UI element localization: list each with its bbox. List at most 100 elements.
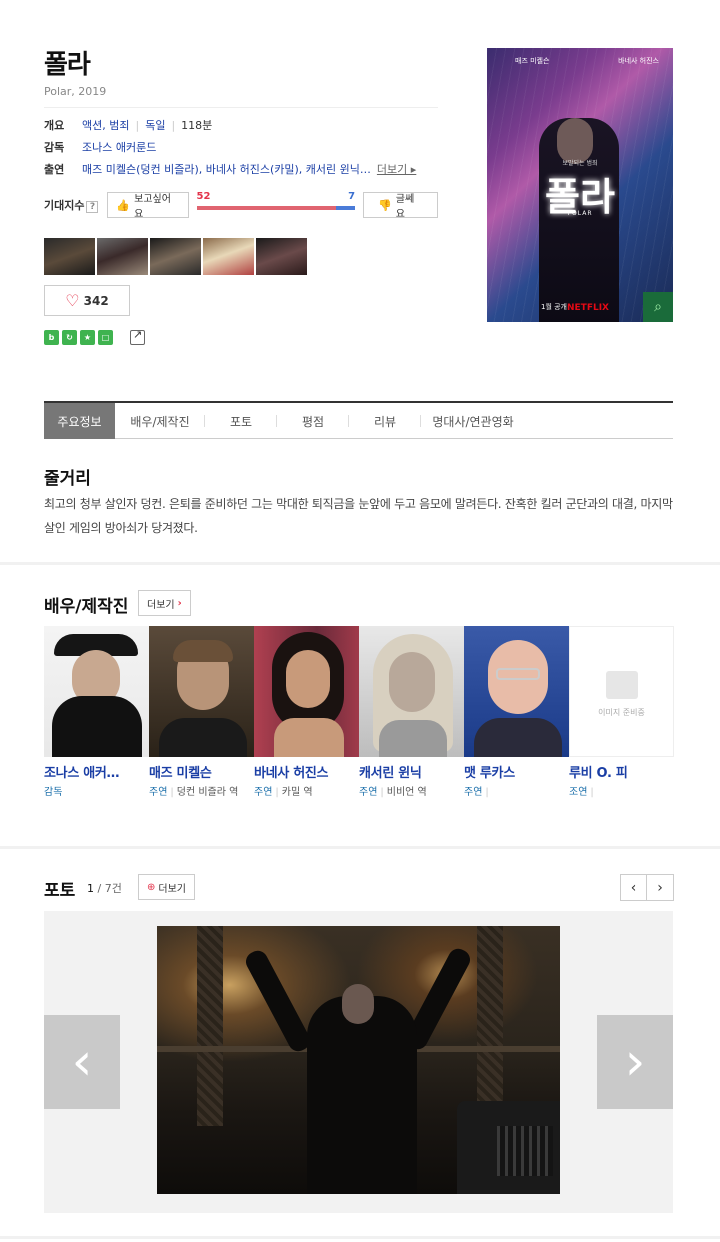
expect-bar-fill [196, 206, 337, 210]
runtime: 118분 [181, 119, 213, 132]
overview-label: 개요 [44, 119, 65, 132]
cast-photo[interactable] [464, 626, 569, 757]
photo-section-title: 포토 [44, 881, 76, 901]
star-icon[interactable]: ★ [80, 330, 95, 345]
placeholder-text: 이미지 준비중 [598, 708, 645, 717]
cast-row: 출연 매즈 미켈슨(덩컨 비즐라), 바네사 허진스(카밀), 캐서린 윈닉… … [44, 158, 438, 180]
cast-role: 주연 [254, 787, 273, 798]
cast-photo[interactable] [254, 626, 359, 757]
tab-main-info[interactable]: 주요정보 [44, 403, 115, 439]
like-count: 342 [83, 293, 109, 308]
genre-link[interactable]: 액션, 범죄 [82, 117, 129, 133]
still-thumbnail[interactable] [203, 238, 254, 275]
still-thumbnails [44, 238, 438, 275]
photo-more-button[interactable]: ⊕ 더보기 [138, 874, 195, 900]
poster-actor-right: 바네사 허진스 [618, 57, 659, 65]
cast-section-title: 배우/제작진 [44, 597, 129, 617]
heart-icon: ♡ [65, 291, 80, 310]
still-thumbnail[interactable] [44, 238, 95, 275]
director-label: 감독 [44, 141, 65, 154]
cast-item[interactable]: 맷 루카스 주연 | [464, 626, 569, 801]
still-thumbnail[interactable] [150, 238, 201, 275]
director-row: 감독 조나스 애커룬드 [44, 136, 438, 158]
gallery-next-arrow[interactable]: › [597, 1015, 673, 1109]
like-button[interactable]: ♡ 342 [44, 285, 130, 316]
cast-photo-placeholder[interactable]: 이미지 준비중 [569, 626, 674, 757]
movie-info: 폴라 Polar, 2019 개요 액션, 범죄 | 독일 | 118분 감독 … [44, 44, 438, 345]
cast-item[interactable]: 조나스 애커… 감독 [44, 626, 149, 801]
section-divider [0, 562, 720, 565]
zoom-icon[interactable]: ⌕ [643, 292, 673, 322]
photo-count: 1 / 7건 [87, 882, 122, 895]
notwant-label: 글쎄요 [395, 194, 415, 220]
chevron-right-icon: › [177, 597, 182, 609]
not-sure-button[interactable]: 👎 글쎄요 [363, 192, 438, 220]
want-count: 52 [196, 191, 211, 202]
expect-label: 기대지수 [44, 199, 85, 212]
overview-row: 개요 액션, 범죄 | 독일 | 118분 [44, 117, 213, 133]
still-thumbnail[interactable] [256, 238, 307, 275]
image-placeholder-icon [606, 671, 638, 699]
gallery-prev-arrow[interactable]: ‹ [44, 1015, 120, 1109]
cast-character: 비비언 역 [386, 787, 427, 798]
cast-item[interactable]: 캐서린 윈닉 주연 | 비비언 역 [359, 626, 464, 801]
help-icon[interactable]: ? [86, 201, 99, 213]
movie-subtitle: Polar, 2019 [44, 85, 438, 108]
gallery-photo[interactable] [157, 926, 560, 1194]
want-to-see-button[interactable]: 👍 보고싶어요 [107, 192, 189, 220]
cast-name[interactable]: 루비 O. 피 [569, 762, 674, 781]
cast-photo[interactable] [359, 626, 464, 757]
poster-release: 1월 공개 [541, 303, 567, 311]
photo-gallery: ‹ › [44, 911, 673, 1213]
cast-list: 조나스 애커… 감독 매즈 미켈슨 주연 | 덩컨 비즐라 역 바네사 허진스 주연… [44, 626, 674, 801]
cast-role: 조연 [569, 787, 588, 798]
cast-item[interactable]: 바네사 허진스 주연 | 카밀 역 [254, 626, 359, 801]
share-row: b ↻ ★ □ [44, 328, 438, 345]
synopsis-title: 줄거리 [44, 469, 91, 489]
prev-page-button[interactable]: ‹ [620, 874, 647, 901]
expect-index: 기대지수? 👍 보고싶어요 52 7 👎 글쎄요 [44, 191, 438, 220]
tab-cast-crew[interactable]: 배우/제작진 [115, 403, 205, 439]
main-tabs: 주요정보 배우/제작진 포토 평점 리뷰 명대사/연관영화 [44, 401, 673, 439]
cast-role: 감독 [44, 787, 63, 798]
movie-title: 폴라 [44, 50, 91, 80]
blog-icon[interactable]: b [44, 330, 59, 345]
section-divider [0, 846, 720, 849]
tab-quotes-related[interactable]: 명대사/연관영화 [421, 403, 525, 439]
poster-actor-left: 매즈 미켈슨 [515, 57, 550, 65]
cast-links[interactable]: 매즈 미켈슨(덩컨 비즐라), 바네사 허진스(카밀), 캐서린 윈닉… [82, 161, 371, 177]
country-link[interactable]: 독일 [145, 117, 165, 133]
cast-photo[interactable] [149, 626, 254, 757]
cast-role: 주연 [359, 787, 378, 798]
share-icon[interactable] [130, 328, 145, 345]
cast-name[interactable]: 바네사 허진스 [254, 762, 359, 781]
cast-name[interactable]: 조나스 애커… [44, 762, 149, 781]
tab-photo[interactable]: 포토 [205, 403, 277, 439]
cast-photo[interactable] [44, 626, 149, 757]
cast-role: 주연 [464, 787, 483, 798]
section-divider [0, 1236, 720, 1239]
cast-name[interactable]: 매즈 미켈슨 [149, 762, 254, 781]
netflix-logo: NETFLIX [567, 303, 609, 313]
naver-icon[interactable]: ↻ [62, 330, 77, 345]
poster-en-title: POLAR [567, 210, 593, 217]
photo-pager: ‹ › [620, 874, 674, 901]
cast-item[interactable]: 이미지 준비중 루비 O. 피 조연 | [569, 626, 674, 801]
green-square-icon[interactable]: □ [98, 330, 113, 345]
want-label: 보고싶어요 [134, 194, 171, 220]
tab-review[interactable]: 리뷰 [349, 403, 421, 439]
next-page-button[interactable]: › [647, 874, 674, 901]
tab-rating[interactable]: 평점 [277, 403, 349, 439]
cast-more-button[interactable]: 더보기 › [138, 590, 191, 616]
cast-character: 카밀 역 [281, 787, 313, 798]
director-link[interactable]: 조나스 애커룬드 [82, 139, 156, 155]
cast-name[interactable]: 캐서린 윈닉 [359, 762, 464, 781]
thumbs-up-icon: 👍 [116, 198, 131, 212]
cast-name[interactable]: 맷 루카스 [464, 762, 569, 781]
movie-poster[interactable]: 매즈 미켈슨 바네사 허진스 보말되는 범죄 폴라 POLAR 1월 공개 NE… [487, 48, 673, 322]
zoom-plus-icon: ⊕ [147, 881, 156, 893]
thumbs-down-icon: 👎 [378, 198, 392, 212]
cast-more-link[interactable]: 더보기 ▸ [377, 161, 416, 177]
cast-item[interactable]: 매즈 미켈슨 주연 | 덩컨 비즐라 역 [149, 626, 254, 801]
still-thumbnail[interactable] [97, 238, 148, 275]
